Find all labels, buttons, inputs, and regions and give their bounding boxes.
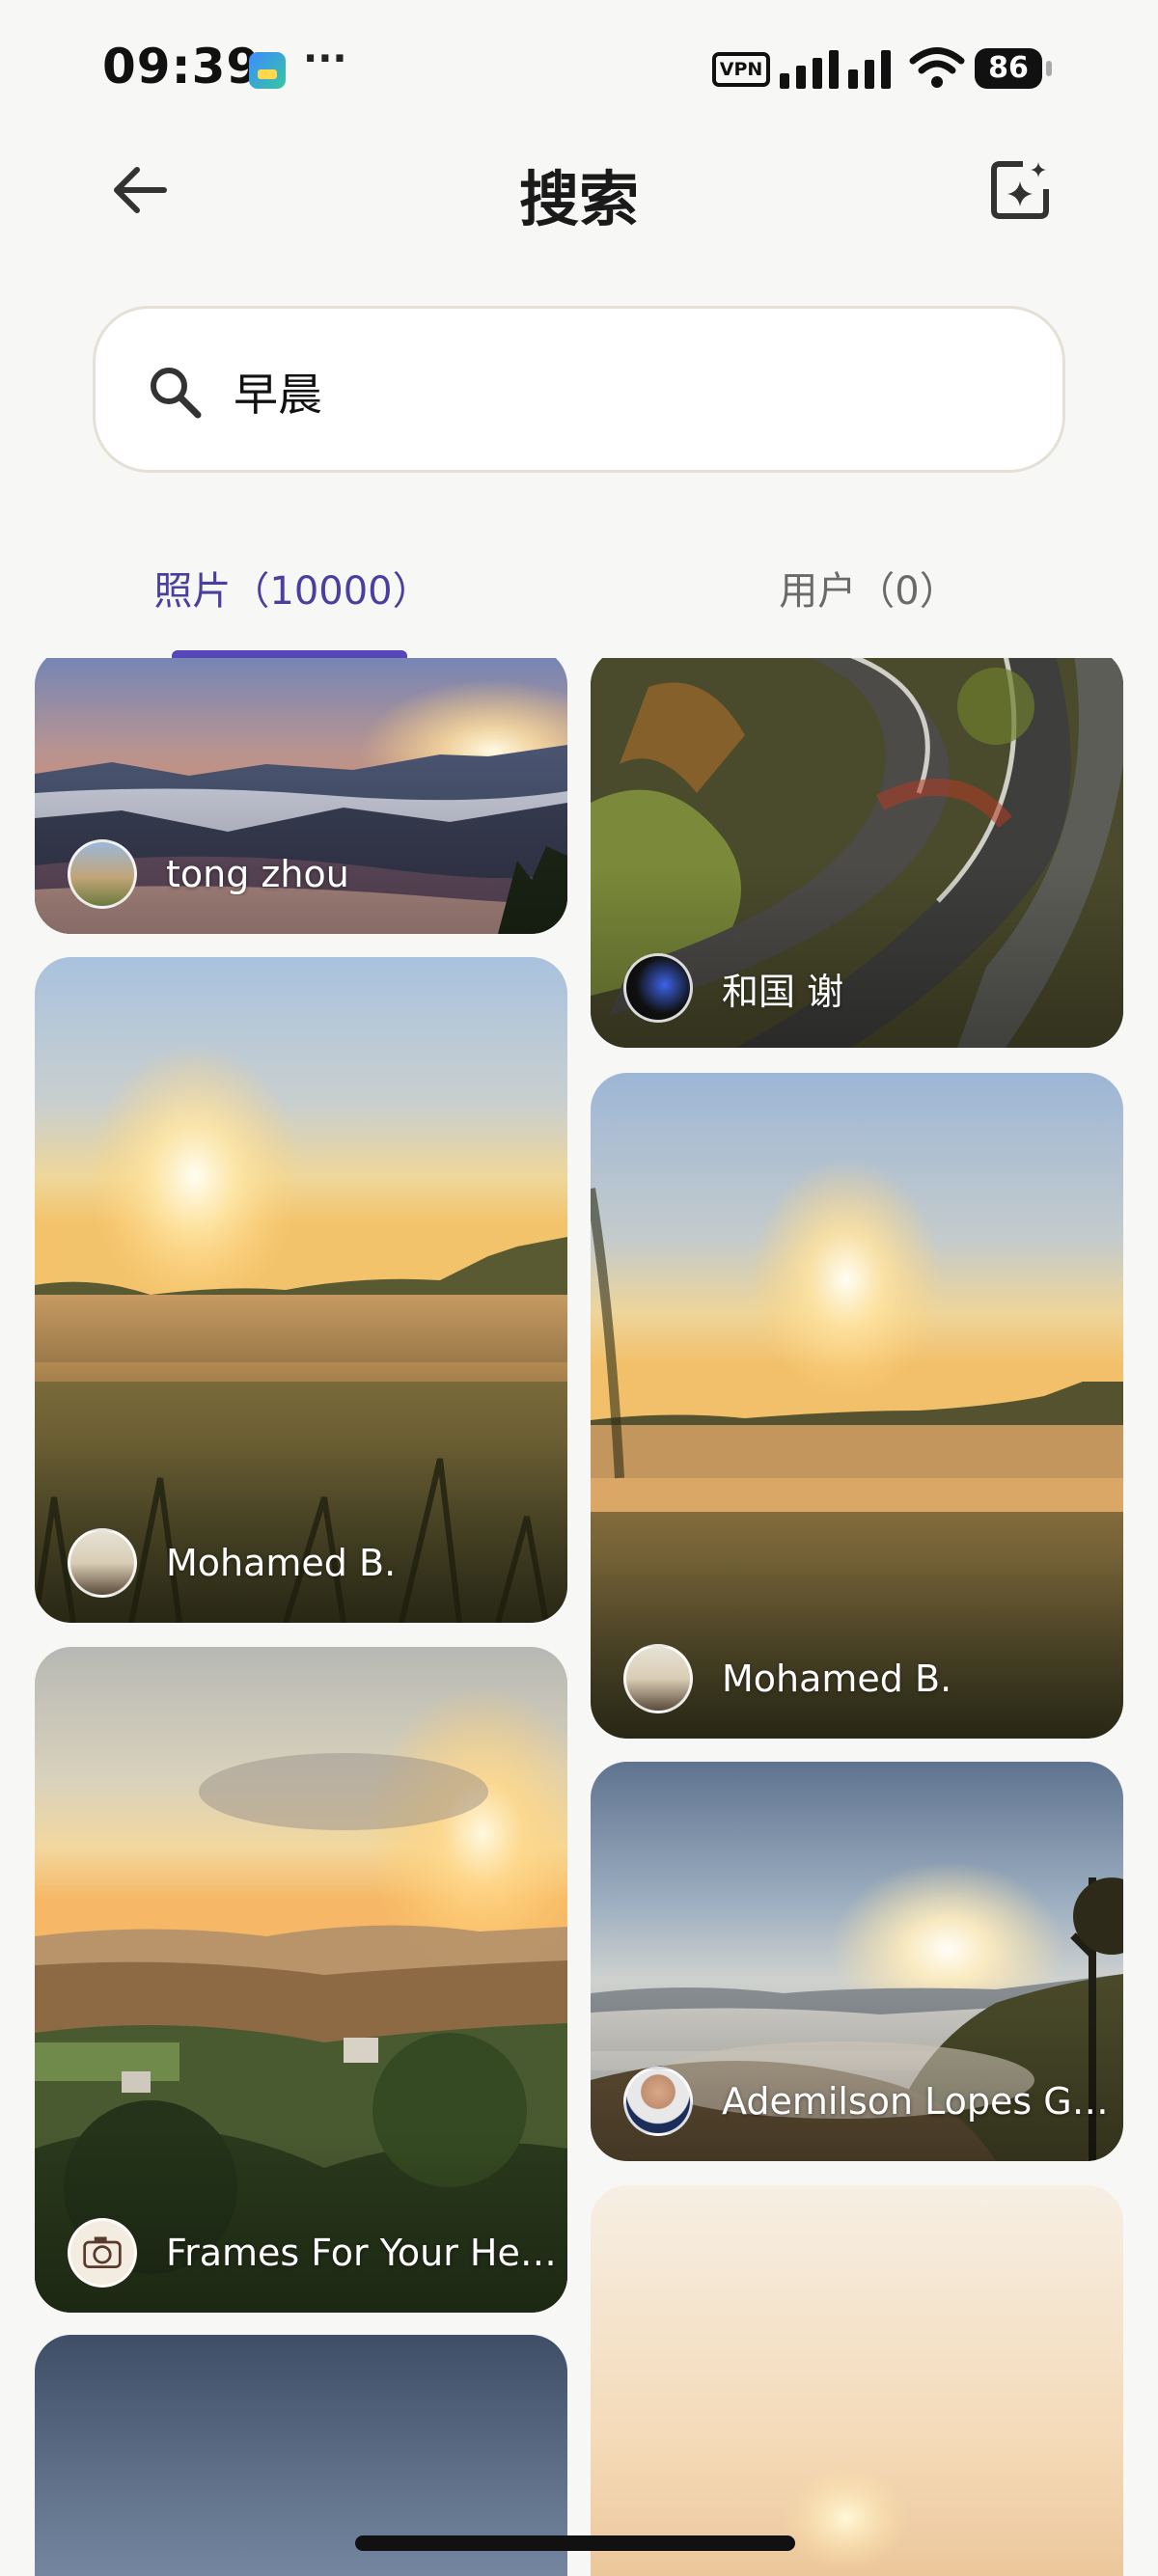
battery-cap	[1046, 61, 1052, 76]
photo-card[interactable]: Frames For Your Heart	[35, 1647, 567, 2313]
ai-image-icon	[991, 161, 1049, 219]
photo-card[interactable]: 和国 谢	[591, 658, 1123, 1048]
photo-author[interactable]: Mohamed B.	[68, 1528, 396, 1598]
author-name: Mohamed B.	[166, 1542, 397, 1584]
photo-author[interactable]: 和国 谢	[623, 953, 843, 1023]
status-bar: 09:39 ··· VPN 86	[0, 0, 1158, 135]
avatar	[68, 1528, 137, 1598]
tab-photos[interactable]: 照片（10000）	[143, 560, 442, 617]
photo-author[interactable]: Mohamed B.	[623, 1644, 951, 1713]
ai-image-button[interactable]	[988, 158, 1052, 222]
photo-card[interactable]: Mohamed B.	[591, 1073, 1123, 1739]
author-name: Frames For Your Heart	[166, 2232, 562, 2274]
search-box[interactable]	[93, 306, 1065, 473]
camera-heart-icon	[83, 2236, 122, 2269]
author-name: tong zhou	[166, 853, 349, 895]
tab-users[interactable]: 用户（0）	[743, 560, 994, 617]
home-indicator[interactable]	[355, 2535, 795, 2551]
photo-grid: tong zhou 和国 谢 Mohamed B. Mohamed B. Fra…	[0, 658, 1158, 2576]
photo-author[interactable]: Ademilson Lopes Ga...	[623, 2067, 1117, 2136]
avatar	[68, 839, 137, 909]
search-input[interactable]	[234, 355, 967, 428]
more-notifications-icon: ···	[303, 37, 347, 81]
avatar	[623, 1644, 693, 1713]
photo-image	[591, 2185, 1123, 2576]
avatar	[623, 2067, 693, 2136]
wifi-icon	[909, 47, 965, 88]
author-name: Ademilson Lopes Ga...	[722, 2080, 1117, 2123]
avatar	[68, 2218, 137, 2288]
app-notification-icon	[249, 52, 286, 89]
photo-card[interactable]: tong zhou	[35, 658, 567, 934]
vpn-icon: VPN	[712, 52, 770, 87]
status-time: 09:39	[102, 39, 262, 95]
author-name: 和国 谢	[722, 970, 844, 1013]
signal-icon	[780, 48, 894, 89]
photo-card[interactable]: Mohamed B.	[35, 957, 567, 1623]
page-title: 搜索	[518, 164, 639, 234]
battery-icon: 86	[975, 48, 1042, 89]
photo-card[interactable]	[591, 2185, 1123, 2576]
photo-card[interactable]: Ademilson Lopes Ga...	[591, 1762, 1123, 2161]
photo-author[interactable]: Frames For Your Heart	[68, 2218, 562, 2288]
photo-author[interactable]: tong zhou	[68, 839, 349, 909]
search-page: 09:39 ··· VPN 86 搜索 早晨 照片（10000） 用户（0） t…	[0, 0, 1158, 2576]
search-icon	[151, 368, 202, 419]
avatar	[623, 953, 693, 1023]
author-name: Mohamed B.	[722, 1658, 952, 1700]
